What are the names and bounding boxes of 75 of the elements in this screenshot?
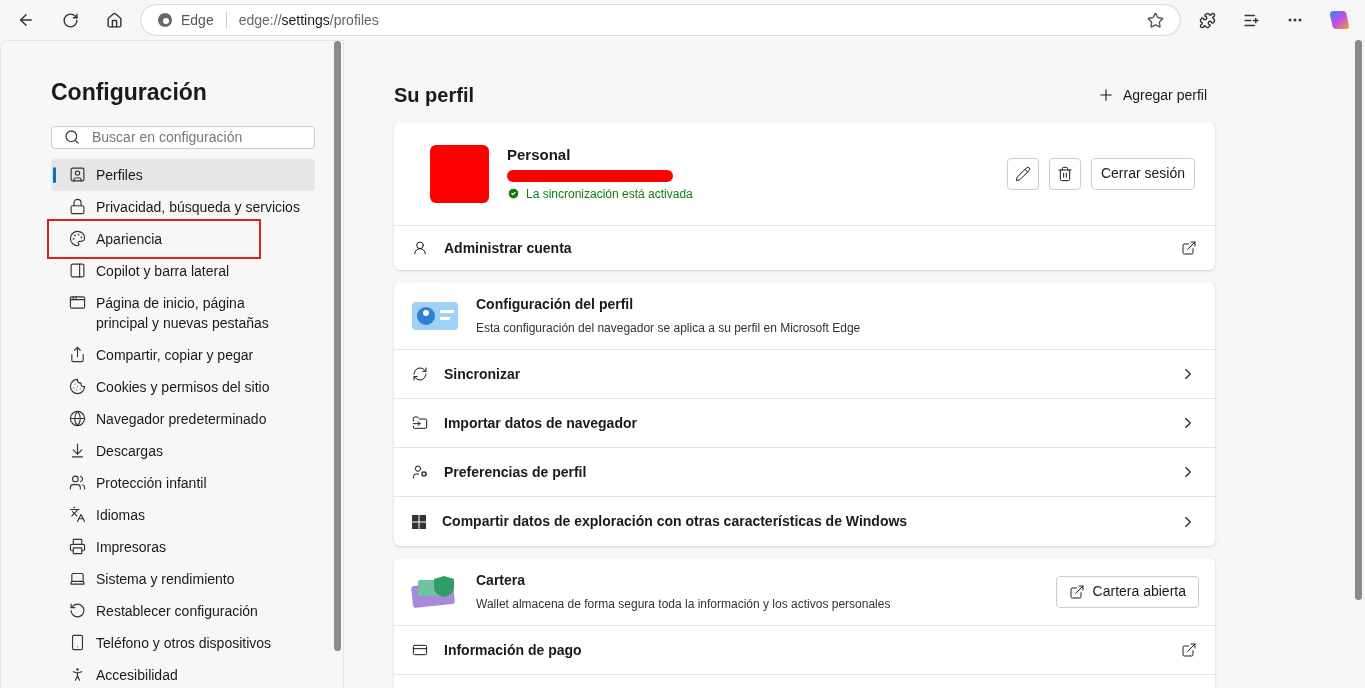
cookie-icon xyxy=(69,377,86,395)
profile-name: Personal xyxy=(507,145,572,166)
card-description: Esta configuración del navegador se aplica a su perfil en Microsoft Edge xyxy=(476,320,861,337)
sidebar-item[interactable]: Navegador predeterminado xyxy=(51,402,315,435)
sidebar-item[interactable]: Sistema y rendimiento xyxy=(51,562,315,595)
external-link-icon xyxy=(1181,240,1197,256)
card-description: Wallet almacena de forma segura toda la información y los activos personales xyxy=(476,596,892,613)
add-profile-button[interactable]: Agregar perfil xyxy=(1096,84,1215,106)
scrollbar[interactable] xyxy=(1355,40,1362,600)
sidebar-item[interactable]: Restablecer configuración xyxy=(51,594,315,627)
printer-icon xyxy=(69,537,86,555)
sidebar-item[interactable]: Página de inicio, página principal y nuevas pestañas xyxy=(51,286,315,339)
url-text: edge://settings/profiles xyxy=(238,10,379,30)
site-label: Edge xyxy=(181,10,214,30)
sidebar-item[interactable]: Idiomas xyxy=(51,498,315,531)
page-title: Su perfil xyxy=(394,83,474,108)
panel-icon xyxy=(69,261,86,279)
sidebar-item[interactable]: Perfiles xyxy=(51,158,315,191)
settings-row[interactable]: Sincronizar xyxy=(394,350,1215,399)
search-field[interactable]: Buscar en configuración xyxy=(51,125,315,149)
settings-row[interactable]: Importar datos de navegador xyxy=(394,399,1215,448)
folder-icon xyxy=(412,415,428,431)
reset-icon xyxy=(69,601,86,619)
edit-button[interactable] xyxy=(1006,157,1039,190)
pencil-icon xyxy=(1014,165,1031,182)
sign-out-button[interactable]: Cerrar sesión xyxy=(1090,157,1195,190)
settings-title: Configuración xyxy=(51,78,208,107)
card-title: Cartera xyxy=(476,571,527,590)
palette-icon xyxy=(69,229,86,247)
more-icon xyxy=(1288,18,1302,22)
sidebar-item[interactable]: Copilot y barra lateral xyxy=(51,254,315,287)
copilot-logo-icon xyxy=(1328,9,1350,31)
user-settings-icon xyxy=(412,464,428,480)
sidebar-item[interactable]: Accesibilidad xyxy=(51,658,315,688)
browser-logo-icon xyxy=(157,12,173,28)
search-icon xyxy=(64,129,80,145)
language-icon xyxy=(69,505,86,523)
phone-icon xyxy=(69,633,86,651)
people-icon xyxy=(69,473,86,491)
sync-icon xyxy=(412,366,428,382)
windows-logo-icon xyxy=(412,514,426,529)
sidebar-item[interactable]: Descargas xyxy=(51,434,315,467)
manage-account-row[interactable]: Administrar cuenta xyxy=(394,226,1215,270)
settings-row[interactable]: Compartir datos de exploración con otras características de Windows xyxy=(394,497,1215,546)
sidebar-item[interactable]: Impresoras xyxy=(51,530,315,563)
lock-icon xyxy=(69,197,86,215)
download-icon xyxy=(69,441,86,459)
user-icon xyxy=(412,240,428,256)
delete-button[interactable] xyxy=(1048,157,1081,190)
profile-icon xyxy=(69,165,86,183)
favorite-icon[interactable] xyxy=(1147,11,1164,29)
sidebar-item[interactable]: Apariencia xyxy=(51,222,315,255)
puzzle-icon xyxy=(1198,11,1216,29)
card-icon xyxy=(412,642,428,658)
share-icon xyxy=(69,345,86,363)
sidebar-item[interactable]: Cookies y permisos del sitio xyxy=(51,370,315,403)
sync-status: La sincronización está activada xyxy=(526,185,693,203)
external-link-icon xyxy=(1181,642,1197,658)
scrollbar[interactable] xyxy=(334,41,341,651)
sidebar-item[interactable]: Protección infantil xyxy=(51,466,315,499)
window-icon xyxy=(69,293,86,311)
card-title: Configuración del perfil xyxy=(476,295,635,314)
sidebar-item[interactable]: Privacidad, búsqueda y servicios xyxy=(51,190,315,223)
settings-row[interactable]: Información de pago xyxy=(394,626,1215,675)
external-link-icon xyxy=(1068,583,1085,600)
globe-icon xyxy=(69,409,86,427)
sidebar-item[interactable]: Compartir, copiar y pegar xyxy=(51,338,315,371)
sidebar-item[interactable]: Teléfono y otros dispositivos xyxy=(51,626,315,659)
trash-icon xyxy=(1056,165,1073,182)
refresh-icon xyxy=(61,11,79,29)
home-icon xyxy=(105,11,123,29)
open-wallet-button[interactable]: Cartera abierta xyxy=(1055,575,1199,608)
settings-row[interactable]: Preferencias de perfil xyxy=(394,448,1215,497)
avatar-placeholder xyxy=(430,144,489,203)
address-bar[interactable]: Edge edge://settings/profiles xyxy=(140,4,1181,36)
